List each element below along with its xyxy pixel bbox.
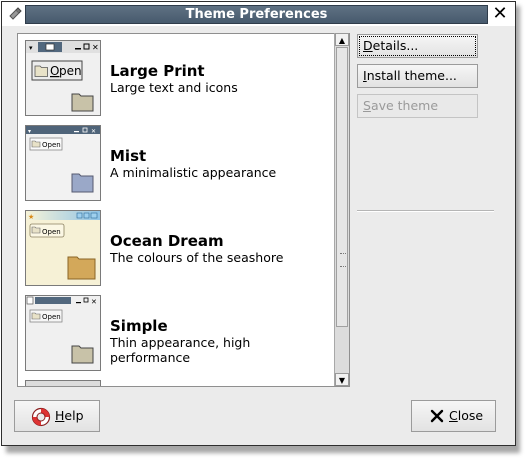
scroll-up-arrow-icon[interactable]: ▲ [335,33,349,46]
theme-name: Large Print [110,62,205,80]
svg-text:Open: Open [42,313,61,321]
window-menu-icon[interactable] [8,7,22,21]
theme-description: Large text and icons [110,80,238,95]
partial-preview-icon [26,386,100,387]
svg-text:pen: pen [59,64,82,78]
theme-description: A minimalistic appearance [110,165,277,180]
close-label-rest: lose [457,408,484,423]
svg-text:▾: ▾ [28,128,31,135]
theme-item-ocean-dream[interactable]: ★ Open Ocean Dream The colours of the se… [18,204,334,289]
help-button[interactable]: Help [14,400,100,432]
theme-preview-simple: ✕ Open [25,295,101,371]
install-label: nstall theme... [366,68,457,83]
close-x-icon [430,409,444,423]
install-theme-button[interactable]: Install theme... [357,64,478,88]
theme-name: Ocean Dream [110,232,224,250]
svg-text:✕: ✕ [91,298,97,306]
theme-list[interactable]: ▾ ✕ O pen Large Print Large text and ico… [17,33,350,387]
close-button[interactable]: Close [411,400,496,432]
side-separator [357,210,494,212]
theme-preview-partial [25,380,101,387]
mist-preview-icon: ▾ ✕ Open [26,126,100,200]
svg-text:✕: ✕ [92,43,99,52]
close-mnemonic: C [449,408,458,423]
help-lifebuoy-icon [31,407,51,427]
svg-text:Open: Open [42,228,61,236]
theme-item-large-print[interactable]: ▾ ✕ O pen Large Print Large text and ico… [18,34,334,119]
help-mnemonic: H [55,408,65,423]
theme-preview-ocean-dream: ★ Open [25,210,101,286]
theme-item-mist[interactable]: ▾ ✕ Open Mist A minimalistic appearance [18,119,334,204]
title-strip: Theme Preferences [25,5,488,24]
window-close-icon[interactable]: ✕ [491,4,509,24]
theme-list-scrollbar[interactable]: ▲ ▼ [334,33,349,386]
theme-item-simple[interactable]: ✕ Open Simple Thin appearance, high perf… [18,289,334,374]
save-label: ave theme [370,98,439,113]
help-label: Help [55,401,84,431]
theme-name: Mist [110,147,147,165]
svg-text:▾: ▾ [29,44,33,52]
help-label-rest: elp [64,408,84,423]
title-bar[interactable]: Theme Preferences ✕ [2,2,515,26]
save-mnemonic: S [363,98,371,113]
scroll-down-arrow-icon[interactable]: ▼ [335,373,349,386]
details-label: etails... [372,38,419,53]
save-theme-button[interactable]: Save theme [357,94,478,118]
svg-text:Open: Open [42,141,61,149]
theme-name: Simple [110,317,168,335]
details-button[interactable]: Details... [357,34,478,58]
theme-preview-mist: ▾ ✕ Open [25,125,101,201]
svg-text:✕: ✕ [91,128,96,135]
close-label: Close [449,401,483,431]
theme-description: Thin appearance, high performance [110,335,251,365]
theme-preview-large-print: ▾ ✕ O pen [25,40,101,116]
large-print-preview-icon: ▾ ✕ O pen [26,41,100,112]
details-mnemonic: D [363,38,373,53]
window-title: Theme Preferences [185,7,328,22]
ocean-dream-preview-icon: ★ Open [26,211,100,285]
theme-preferences-dialog: Theme Preferences ✕ ▾ ✕ O pen Large Prin… [1,1,516,446]
theme-item-partial[interactable] [18,374,334,387]
svg-text:★: ★ [28,213,34,221]
scrollbar-thumb[interactable] [336,47,348,327]
scrollbar-grip [340,253,346,267]
simple-preview-icon: ✕ Open [26,296,100,364]
theme-description: The colours of the seashore [110,250,284,265]
